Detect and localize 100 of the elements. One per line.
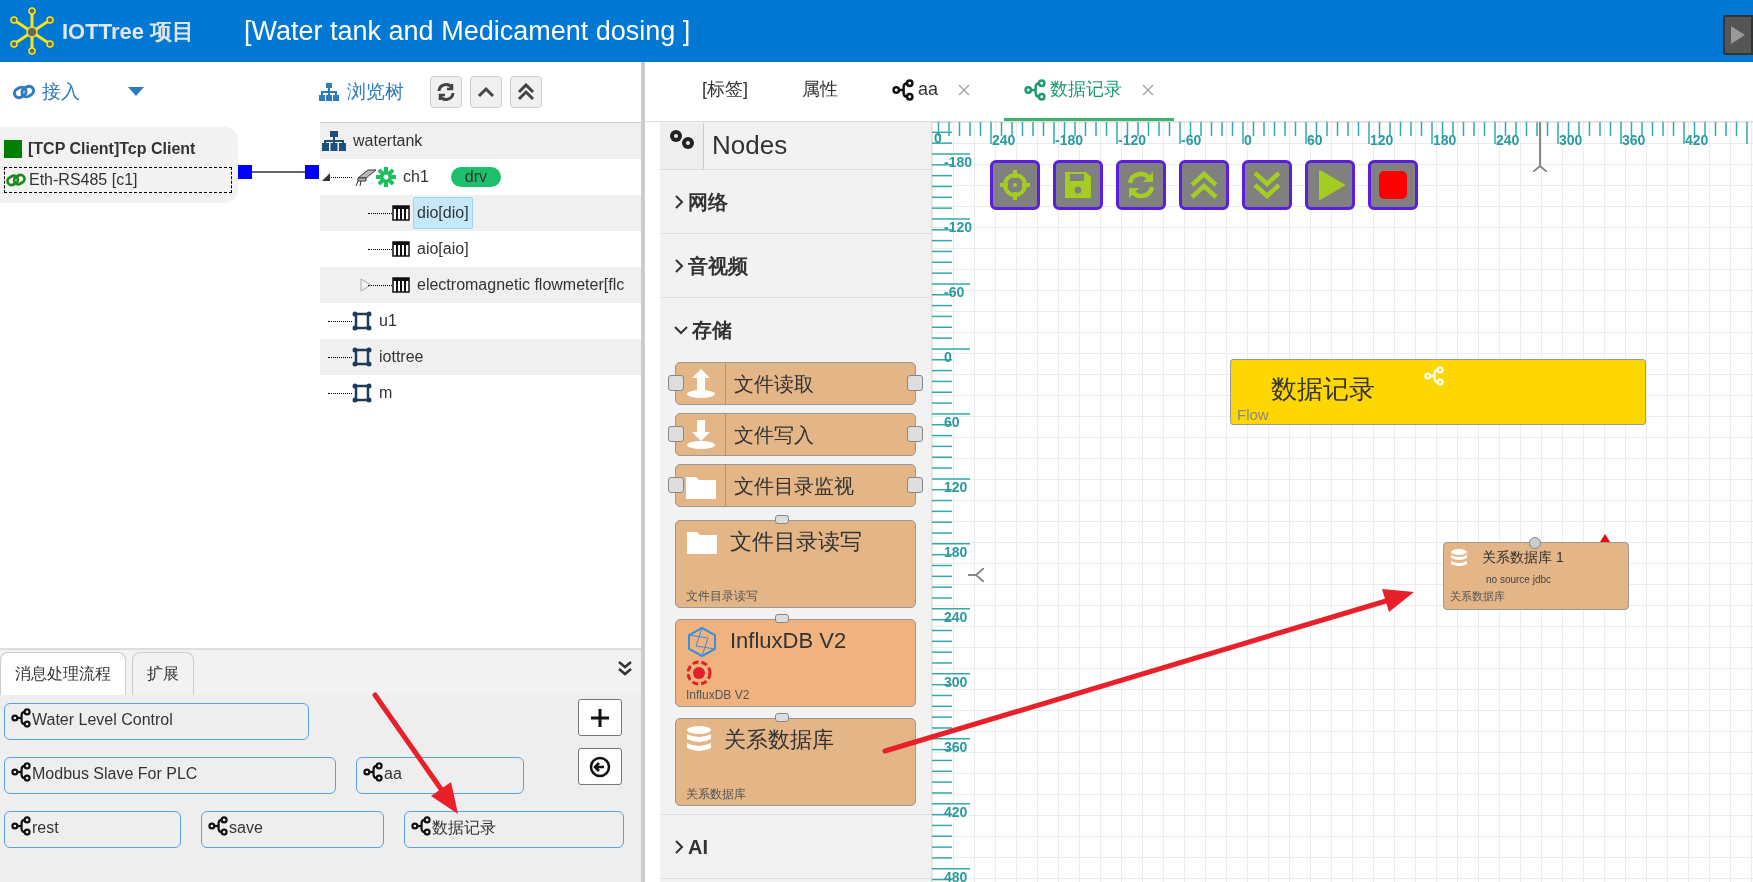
ruler-label: -180: [1055, 131, 1084, 150]
app-name: IOTTree 项目: [62, 17, 195, 46]
node-type-label: 关系数据库: [686, 786, 747, 803]
palette-category[interactable]: AI: [660, 815, 931, 879]
link-icon: [5, 172, 27, 188]
palette-node[interactable]: 文件目录读写 文件目录读写: [675, 520, 916, 608]
gear-icon: [376, 167, 396, 187]
ruler-marker-icon: [1533, 122, 1547, 172]
play-icon: [1731, 26, 1745, 44]
palette-node[interactable]: 文件写入: [675, 413, 916, 456]
node-type-label: 关系数据库: [1450, 589, 1505, 604]
close-icon[interactable]: [1142, 83, 1155, 96]
palette-category[interactable]: 音视频: [660, 234, 931, 298]
output-port: [907, 375, 923, 391]
flow-item[interactable]: save: [201, 811, 384, 848]
flow-node[interactable]: 数据记录 Flow: [1230, 359, 1646, 425]
palette-category[interactable]: 存储: [660, 298, 931, 362]
tree-item[interactable]: iottree: [375, 341, 428, 373]
download-icon: [684, 418, 717, 451]
toolbar-button[interactable]: [1305, 160, 1355, 210]
refresh-button[interactable]: [430, 76, 462, 108]
ruler-label: 120: [1370, 131, 1394, 150]
palette-node[interactable]: 文件读取: [675, 362, 916, 405]
flow-item[interactable]: rest: [4, 811, 181, 848]
input-port: [775, 614, 789, 623]
add-button[interactable]: [578, 699, 622, 736]
collapse-all-button[interactable]: [510, 76, 542, 108]
palette-node[interactable]: 文件目录监视: [675, 464, 916, 507]
input-port: [668, 375, 684, 391]
double-chevron-up-icon: [1188, 169, 1220, 201]
toolbar-button[interactable]: [1179, 160, 1229, 210]
panel-tab[interactable]: 消息处理流程: [0, 652, 126, 695]
ruler-label: 240: [1496, 131, 1520, 150]
frame-icon: [352, 347, 372, 367]
node-type-label: Flow: [1237, 406, 1270, 423]
side-button[interactable]: [1723, 15, 1753, 55]
editor-tab[interactable]: aa: [872, 61, 991, 121]
connector-item[interactable]: Eth-RS485 [c1]: [4, 167, 232, 193]
circle-arrow-left-icon: [589, 755, 611, 778]
ruler-label: 120: [944, 478, 968, 497]
flow-item[interactable]: Modbus Slave For PLC: [4, 757, 336, 794]
project-title: [Water tank and Medicament dosing ]: [244, 14, 691, 48]
tree-item[interactable]: dio[dio]: [413, 197, 473, 229]
ruler-label: -120: [944, 218, 973, 237]
flow-item[interactable]: Water Level Control: [4, 703, 309, 740]
output-port: [907, 426, 923, 442]
editor-tab[interactable]: 属性: [782, 61, 858, 121]
sitemap-icon: [322, 131, 346, 151]
input-port: [668, 477, 684, 493]
flow-item[interactable]: 数据记录: [404, 811, 624, 848]
ruler-label: 240: [944, 608, 968, 627]
flow-icon: [208, 816, 228, 836]
editor-tab[interactable]: [标签]: [682, 61, 768, 121]
status-square-icon: [4, 140, 22, 158]
chevron-up-icon: [477, 86, 495, 98]
close-icon[interactable]: [958, 83, 971, 96]
logo-icon: [10, 6, 54, 56]
dropdown-caret-icon[interactable]: [128, 87, 144, 97]
double-chevron-down-icon[interactable]: [617, 660, 633, 676]
tree-item[interactable]: m: [375, 377, 397, 409]
ruler-label: 300: [944, 673, 968, 692]
ruler-label: -60: [944, 283, 965, 302]
input-port: [668, 426, 684, 442]
collapsed-toggle-icon[interactable]: [360, 278, 372, 292]
panel-tab[interactable]: 扩展: [132, 652, 194, 695]
flow-icon: [1424, 366, 1444, 386]
palette-node[interactable]: 关系数据库 关系数据库: [675, 718, 916, 806]
toolbar-button[interactable]: [990, 160, 1040, 210]
frame-icon: [352, 311, 372, 331]
import-button[interactable]: [578, 748, 622, 785]
flow-icon: [1024, 78, 1047, 101]
chevron-down-icon: [674, 325, 688, 335]
chevron-right-icon: [674, 258, 684, 273]
palette-category[interactable]: 网络: [660, 170, 931, 234]
ruler-label: -180: [944, 153, 973, 172]
output-port: [907, 477, 923, 493]
flow-node[interactable]: 关系数据库 1 no source jdbc 关系数据库: [1443, 542, 1629, 610]
toolbar-button[interactable]: [1242, 160, 1292, 210]
tab-label: [标签]: [702, 78, 748, 101]
tree-item[interactable]: aio[aio]: [413, 233, 473, 265]
connect-button[interactable]: 接入: [12, 77, 80, 107]
flow-item[interactable]: aa: [356, 757, 524, 794]
tree-item[interactable]: u1: [375, 305, 401, 337]
palette-settings-button[interactable]: [660, 122, 704, 169]
sitemap-icon: [319, 83, 339, 101]
palette-node[interactable]: InfluxDB V2 InfluxDB V2: [675, 619, 916, 707]
target-icon: [686, 660, 712, 686]
collapse-button[interactable]: [470, 76, 502, 108]
toolbar-button[interactable]: [1053, 160, 1103, 210]
connector-title: [TCP Client]Tcp Client: [28, 139, 196, 159]
database-icon: [1450, 547, 1468, 568]
expanded-toggle-icon[interactable]: [322, 173, 330, 181]
grid-icon: [392, 276, 410, 294]
ruler-label: 60: [944, 413, 960, 432]
browse-tree-button[interactable]: 浏览树: [319, 77, 404, 107]
ruler-marker-icon: [968, 568, 984, 582]
refresh-icon: [436, 82, 456, 102]
tree-item[interactable]: ch1: [399, 161, 433, 193]
toolbar-button[interactable]: [1116, 160, 1166, 210]
input-port: [775, 713, 789, 722]
